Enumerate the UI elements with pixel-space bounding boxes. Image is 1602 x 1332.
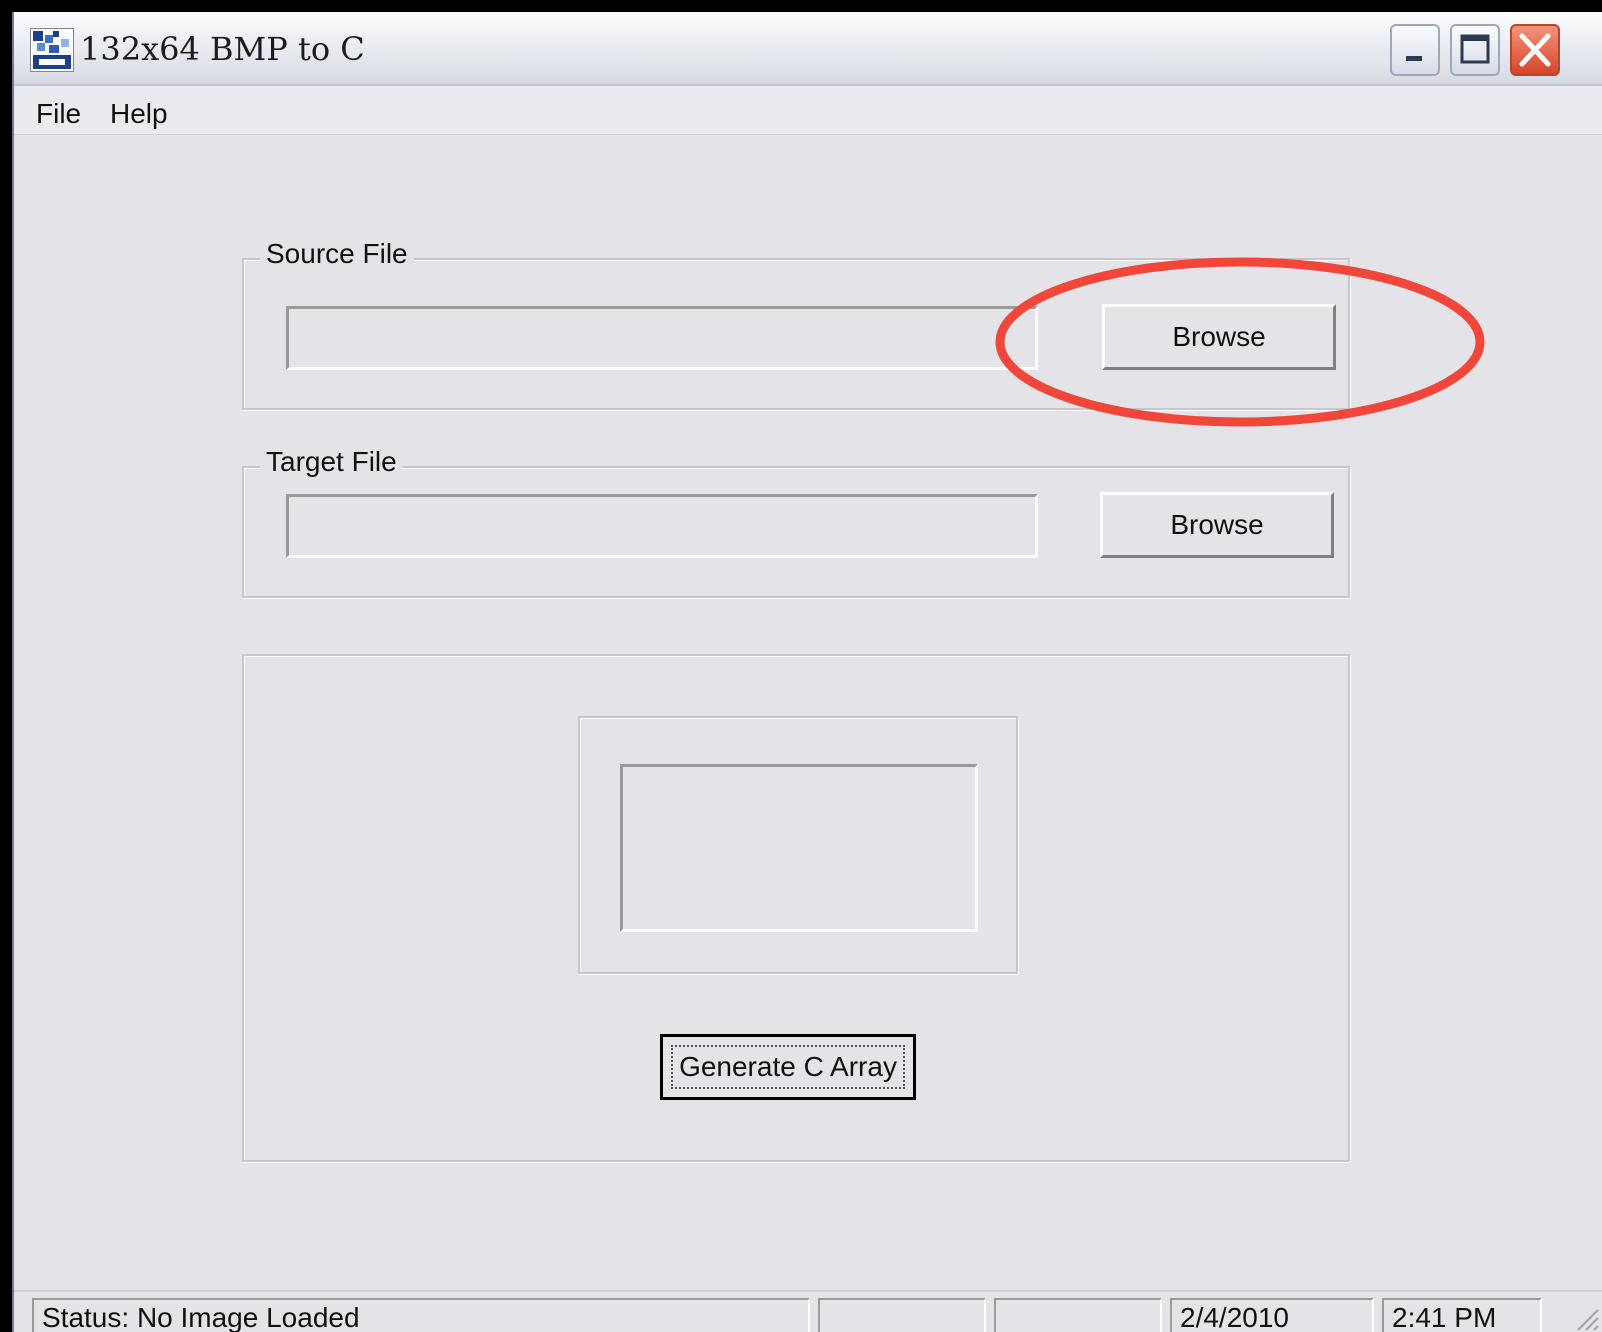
target-file-group: Target File Browse bbox=[242, 446, 1350, 598]
title-bar[interactable]: 132x64 BMP to C bbox=[14, 12, 1602, 86]
preview-group: Generate C Array bbox=[242, 654, 1350, 1162]
target-browse-button[interactable]: Browse bbox=[1100, 492, 1334, 558]
window-title: 132x64 BMP to C bbox=[80, 30, 365, 68]
source-file-group: Source File Browse bbox=[242, 238, 1350, 410]
preview-frame bbox=[578, 716, 1018, 974]
application-window: 132x64 BMP to C File Help Source File Br… bbox=[12, 12, 1602, 1332]
target-file-label: Target File bbox=[260, 446, 403, 478]
maximize-button[interactable] bbox=[1450, 24, 1500, 76]
app-icon bbox=[30, 28, 74, 72]
source-file-label: Source File bbox=[260, 238, 414, 270]
focus-rectangle: Generate C Array bbox=[671, 1045, 905, 1089]
menu-bar: File Help bbox=[14, 86, 1602, 135]
status-text: Status: No Image Loaded bbox=[32, 1298, 810, 1332]
source-browse-label: Browse bbox=[1172, 321, 1266, 352]
status-date: 2/4/2010 bbox=[1170, 1298, 1374, 1332]
status-panel-empty-2 bbox=[994, 1298, 1162, 1332]
status-time: 2:41 PM bbox=[1382, 1298, 1542, 1332]
maximize-icon bbox=[1460, 34, 1490, 64]
target-browse-label: Browse bbox=[1170, 509, 1264, 540]
minimize-button[interactable] bbox=[1390, 24, 1440, 76]
status-bar: Status: No Image Loaded 2/4/2010 2:41 PM bbox=[14, 1290, 1602, 1332]
generate-c-array-button[interactable]: Generate C Array bbox=[660, 1034, 916, 1100]
menu-help[interactable]: Help bbox=[110, 98, 168, 130]
source-browse-button[interactable]: Browse bbox=[1102, 304, 1336, 370]
resize-grip-icon[interactable] bbox=[1570, 1302, 1600, 1332]
close-button[interactable] bbox=[1510, 24, 1560, 76]
image-preview-area bbox=[620, 764, 978, 932]
menu-file[interactable]: File bbox=[36, 98, 81, 130]
target-file-input[interactable] bbox=[286, 494, 1038, 558]
source-file-input[interactable] bbox=[286, 306, 1038, 370]
status-panel-empty-1 bbox=[818, 1298, 986, 1332]
generate-c-array-label: Generate C Array bbox=[679, 1051, 897, 1082]
close-icon bbox=[1519, 33, 1551, 67]
minimize-icon bbox=[1406, 56, 1422, 61]
